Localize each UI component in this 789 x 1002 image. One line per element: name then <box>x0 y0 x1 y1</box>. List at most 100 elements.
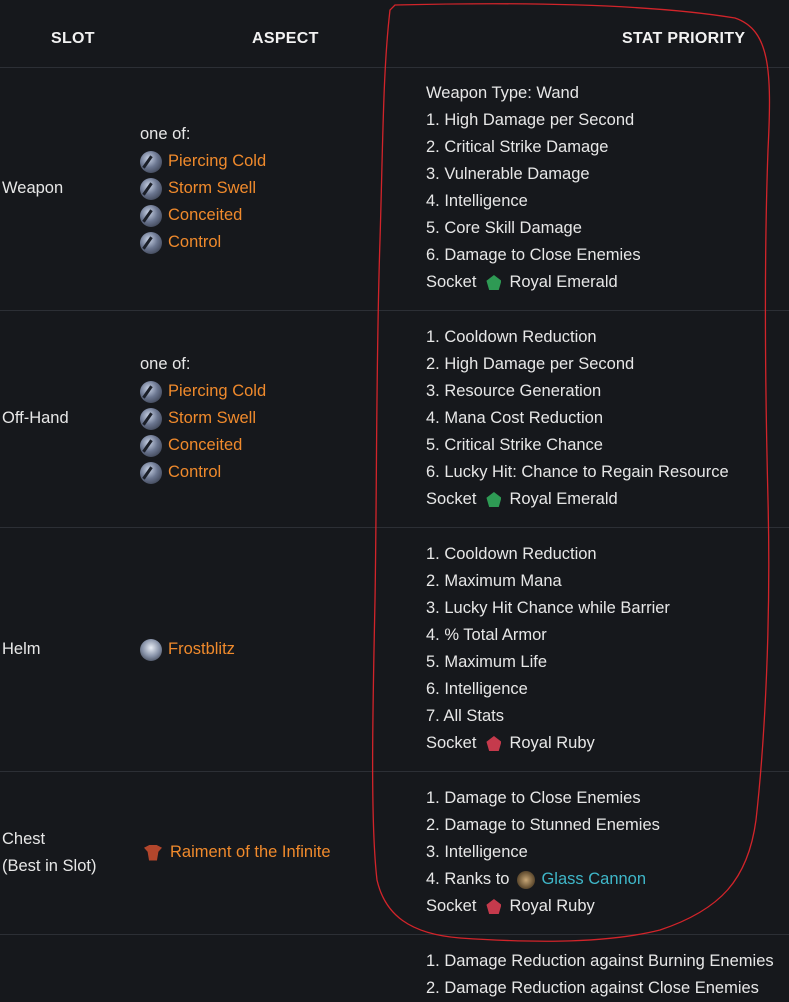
one-of-label: one of: <box>140 125 191 143</box>
aspect-icon <box>140 150 162 173</box>
ruby-gem-icon <box>486 899 502 914</box>
slot-label: Off-Hand <box>2 409 69 427</box>
stat-item: 2. Critical Strike Damage <box>426 138 609 156</box>
stat-item: 6. Lucky Hit: Chance to Regain Resource <box>426 463 729 481</box>
aspect-icon <box>140 380 162 403</box>
socket-line: Socket Royal Emerald <box>426 486 729 513</box>
table-row-weapon: Weapon one of: Piercing Cold Storm Swell… <box>0 68 789 311</box>
stat-list: 1. Cooldown Reduction 2. High Damage per… <box>426 324 729 513</box>
aspect-link[interactable]: Conceited <box>168 432 242 459</box>
slot-note: (Best in Slot) <box>2 857 97 875</box>
aspect-item[interactable]: Storm Swell <box>140 405 266 432</box>
stat-item: Weapon Type: Wand <box>426 84 579 102</box>
aspect-item[interactable]: Frostblitz <box>140 636 235 663</box>
slot-label: Helm <box>2 640 41 658</box>
aspect-item[interactable]: Conceited <box>140 432 266 459</box>
stat-item: 1. Cooldown Reduction <box>426 328 597 346</box>
socket-gem: Royal Ruby <box>509 734 595 752</box>
slot-column-header: SLOT <box>51 30 95 47</box>
aspect-link[interactable]: Control <box>168 229 221 256</box>
stat-list: Weapon Type: Wand 1. High Damage per Sec… <box>426 80 641 296</box>
socket-line: Socket Royal Ruby <box>426 730 670 757</box>
aspect-column-header: ASPECT <box>252 30 319 47</box>
stat-list: 1. Cooldown Reduction 2. Maximum Mana 3.… <box>426 541 670 757</box>
socket-gem: Royal Ruby <box>509 897 595 915</box>
aspect-item[interactable]: Control <box>140 459 266 486</box>
stat-item: 5. Maximum Life <box>426 653 548 671</box>
aspect-list: Frostblitz <box>140 636 235 663</box>
stat-item: 4. % Total Armor <box>426 626 547 644</box>
socket-label: Socket <box>426 897 477 915</box>
socket-gem: Royal Emerald <box>509 490 618 508</box>
aspect-item[interactable]: Conceited <box>140 202 266 229</box>
stat-item: 5. Core Skill Damage <box>426 219 582 237</box>
raiment-icon <box>144 844 162 861</box>
stat-list: 1. Damage Reduction against Burning Enem… <box>426 948 774 1002</box>
aspect-item[interactable]: Piercing Cold <box>140 148 266 175</box>
socket-label: Socket <box>426 273 477 291</box>
stat-item: 7. All Stats <box>426 707 504 725</box>
stat-item: 2. Maximum Mana <box>426 572 562 590</box>
table-header: SLOT ASPECT STAT PRIORITY <box>0 0 789 68</box>
stat-item: 3. Lucky Hit Chance while Barrier <box>426 599 670 617</box>
aspect-icon <box>140 461 162 484</box>
stat-item: 1. Damage to Close Enemies <box>426 789 641 807</box>
ruby-gem-icon <box>486 736 502 751</box>
table-row-off-hand: Off-Hand one of: Piercing Cold Storm Swe… <box>0 311 789 528</box>
aspect-list: one of: Piercing Cold Storm Swell Concei… <box>140 121 266 256</box>
aspect-link[interactable]: Control <box>168 459 221 486</box>
stat-item: 1. High Damage per Second <box>426 111 635 129</box>
stat-item: 2. High Damage per Second <box>426 355 635 373</box>
frostblitz-icon <box>140 638 162 661</box>
glass-cannon-icon <box>517 870 536 889</box>
stat-item: 4. Intelligence <box>426 192 528 210</box>
slot-name: Chest <box>2 830 46 848</box>
table-row-chest: Chest (Best in Slot) Raiment of the Infi… <box>0 772 789 935</box>
stat-item: 2. Damage Reduction against Close Enemie… <box>426 979 759 997</box>
socket-line: Socket Royal Ruby <box>426 893 660 920</box>
socket-label: Socket <box>426 734 477 752</box>
aspect-link[interactable]: Conceited <box>168 202 242 229</box>
aspect-icon <box>140 177 162 200</box>
stat-item: 1. Cooldown Reduction <box>426 545 597 563</box>
aspect-link[interactable]: Raiment of the Infinite <box>170 839 331 866</box>
aspect-link[interactable]: Storm Swell <box>168 175 256 202</box>
aspect-icon <box>140 434 162 457</box>
aspect-item[interactable]: Piercing Cold <box>140 378 266 405</box>
stat-list: 1. Damage to Close Enemies 2. Damage to … <box>426 785 660 920</box>
ranks-prefix: 4. Ranks to <box>426 870 510 888</box>
stat-item: 3. Resource Generation <box>426 382 602 400</box>
aspect-link[interactable]: Storm Swell <box>168 405 256 432</box>
aspect-list: Raiment of the Infinite <box>140 839 331 866</box>
aspect-item[interactable]: Storm Swell <box>140 175 266 202</box>
stat-item: 5. Critical Strike Chance <box>426 436 603 454</box>
stat-item: 3. Vulnerable Damage <box>426 165 590 183</box>
stat-item: 6. Intelligence <box>426 680 528 698</box>
stat-item: 6. Damage to Close Enemies <box>426 246 641 264</box>
slot-label: Chest (Best in Slot) <box>2 826 96 880</box>
aspect-list: one of: Piercing Cold Storm Swell Concei… <box>140 351 266 486</box>
aspect-item[interactable]: Raiment of the Infinite <box>138 839 331 866</box>
aspect-icon <box>140 231 162 254</box>
table-row-helm: Helm Frostblitz 1. Cooldown Reduction 2.… <box>0 528 789 772</box>
table-row-next: 1. Damage Reduction against Burning Enem… <box>0 935 789 997</box>
skill-link[interactable]: Glass Cannon <box>541 866 646 893</box>
aspect-icon <box>140 204 162 227</box>
aspect-icon <box>140 407 162 430</box>
stat-item: 1. Damage Reduction against Burning Enem… <box>426 952 774 970</box>
stat-item: 3. Intelligence <box>426 843 528 861</box>
socket-gem: Royal Emerald <box>509 273 618 291</box>
stat-item: 2. Damage to Stunned Enemies <box>426 816 660 834</box>
aspect-link[interactable]: Frostblitz <box>168 636 235 663</box>
socket-label: Socket <box>426 490 477 508</box>
emerald-gem-icon <box>486 275 502 290</box>
emerald-gem-icon <box>486 492 502 507</box>
stat-priority-column-header: STAT PRIORITY <box>622 30 746 47</box>
aspect-link[interactable]: Piercing Cold <box>168 148 266 175</box>
slot-label: Weapon <box>2 179 64 197</box>
socket-line: Socket Royal Emerald <box>426 269 641 296</box>
aspect-link[interactable]: Piercing Cold <box>168 378 266 405</box>
aspect-item[interactable]: Control <box>140 229 266 256</box>
stat-item: 4. Mana Cost Reduction <box>426 409 604 427</box>
stat-item: 4. Ranks to Glass Cannon <box>426 866 660 893</box>
